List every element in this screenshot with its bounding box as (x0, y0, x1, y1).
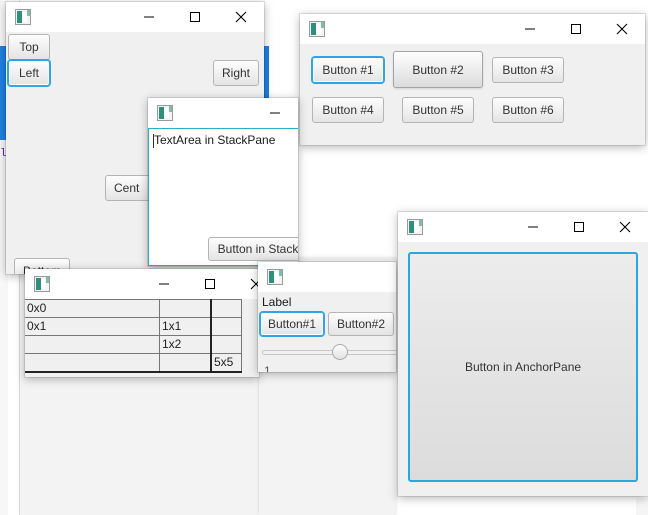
cell-1-0: 0x1 (25, 317, 160, 336)
flow-button-6[interactable]: Button #6 (492, 97, 564, 123)
app-icon (15, 9, 31, 25)
minimize-icon[interactable] (141, 269, 187, 299)
maximize-icon[interactable] (172, 2, 218, 32)
button-center[interactable]: Cent (105, 175, 153, 201)
button-right[interactable]: Right (213, 60, 259, 86)
cell-3-1 (159, 353, 212, 373)
cell-3-2: 5x5 (210, 353, 242, 373)
vbox-client: Label Button#1 Button#2 1 (258, 292, 396, 372)
stackpane-client: TextArea in StackPane Button in Stack (148, 128, 298, 266)
titlebar-gridpane[interactable] (25, 269, 262, 299)
cell-1-1: 1x1 (159, 317, 212, 336)
minimize-icon[interactable] (252, 98, 298, 128)
flow-button-4[interactable]: Button #4 (312, 97, 384, 123)
button-in-stack[interactable]: Button in Stack (208, 237, 298, 261)
cell-1-2 (210, 317, 242, 336)
window-controls[interactable] (252, 98, 298, 128)
titlebar-stackpane[interactable] (148, 98, 298, 128)
anchorpane-client: Button in AnchorPane (398, 242, 648, 496)
table-row: 0x0 (25, 299, 242, 318)
slider-thumb[interactable] (331, 344, 348, 360)
label-text: Label (262, 295, 292, 309)
flow-button-1[interactable]: Button #1 (312, 57, 384, 83)
button-left[interactable]: Left (8, 60, 50, 86)
window-anchorpane[interactable]: Button in AnchorPane (398, 212, 648, 496)
minimize-icon[interactable] (510, 212, 556, 242)
cell-2-2 (210, 335, 242, 354)
maximize-icon[interactable] (556, 212, 602, 242)
vbox-button-1[interactable]: Button#1 (260, 312, 324, 336)
flow-button-5[interactable]: Button #5 (402, 97, 474, 123)
window-controls[interactable] (510, 212, 648, 242)
cell-3-0 (25, 353, 160, 373)
window-flowpane[interactable]: Button #1 Button #2 Button #3 Button #4 … (300, 14, 645, 145)
gridpane-table: 0x0 0x1 1x1 1x2 5x5 (25, 299, 242, 373)
cell-0-1 (159, 299, 212, 318)
vbox-slider[interactable] (262, 344, 396, 360)
minimize-icon[interactable] (126, 2, 172, 32)
maximize-icon[interactable] (187, 269, 233, 299)
flow-button-3[interactable]: Button #3 (492, 57, 564, 83)
maximize-icon[interactable] (553, 14, 599, 44)
window-controls[interactable] (126, 2, 264, 32)
cell-0-2 (210, 299, 242, 318)
button-in-anchorpane[interactable]: Button in AnchorPane (408, 252, 638, 482)
vbox-button-2[interactable]: Button#2 (328, 312, 394, 336)
cell-2-0 (25, 335, 160, 354)
table-row: 1x2 (25, 335, 242, 354)
titlebar-borderpane[interactable] (6, 2, 264, 32)
app-icon (267, 269, 283, 285)
window-controls[interactable] (507, 14, 645, 44)
cell-2-1: 1x2 (159, 335, 212, 354)
slider-value-label: 1 (264, 364, 271, 372)
close-icon[interactable] (602, 212, 648, 242)
cell-0-0: 0x0 (25, 299, 160, 318)
app-icon (157, 105, 173, 121)
app-icon (407, 219, 423, 235)
table-row: 5x5 (25, 353, 242, 373)
window-vbox[interactable]: Label Button#1 Button#2 1 (258, 262, 396, 372)
app-icon (309, 21, 325, 37)
titlebar-flowpane[interactable] (300, 14, 645, 44)
window-gridpane[interactable]: 0x0 0x1 1x1 1x2 5x5 (25, 269, 262, 377)
close-icon[interactable] (218, 2, 264, 32)
window-stackpane[interactable]: TextArea in StackPane Button in Stack (148, 98, 298, 266)
close-icon[interactable] (599, 14, 645, 44)
slider-track[interactable] (262, 350, 396, 355)
app-icon (34, 276, 50, 292)
table-row: 0x1 1x1 (25, 317, 242, 336)
textarea-value: TextArea in StackPane (154, 133, 276, 147)
gridpane-client: 0x0 0x1 1x1 1x2 5x5 (25, 299, 259, 377)
button-top[interactable]: Top (8, 34, 50, 60)
flowpane-client: Button #1 Button #2 Button #3 Button #4 … (300, 44, 645, 145)
ide-corner (636, 498, 648, 515)
minimize-icon[interactable] (507, 14, 553, 44)
titlebar-vbox[interactable] (258, 262, 396, 292)
titlebar-anchorpane[interactable] (398, 212, 648, 242)
flow-button-2[interactable]: Button #2 (393, 51, 483, 88)
